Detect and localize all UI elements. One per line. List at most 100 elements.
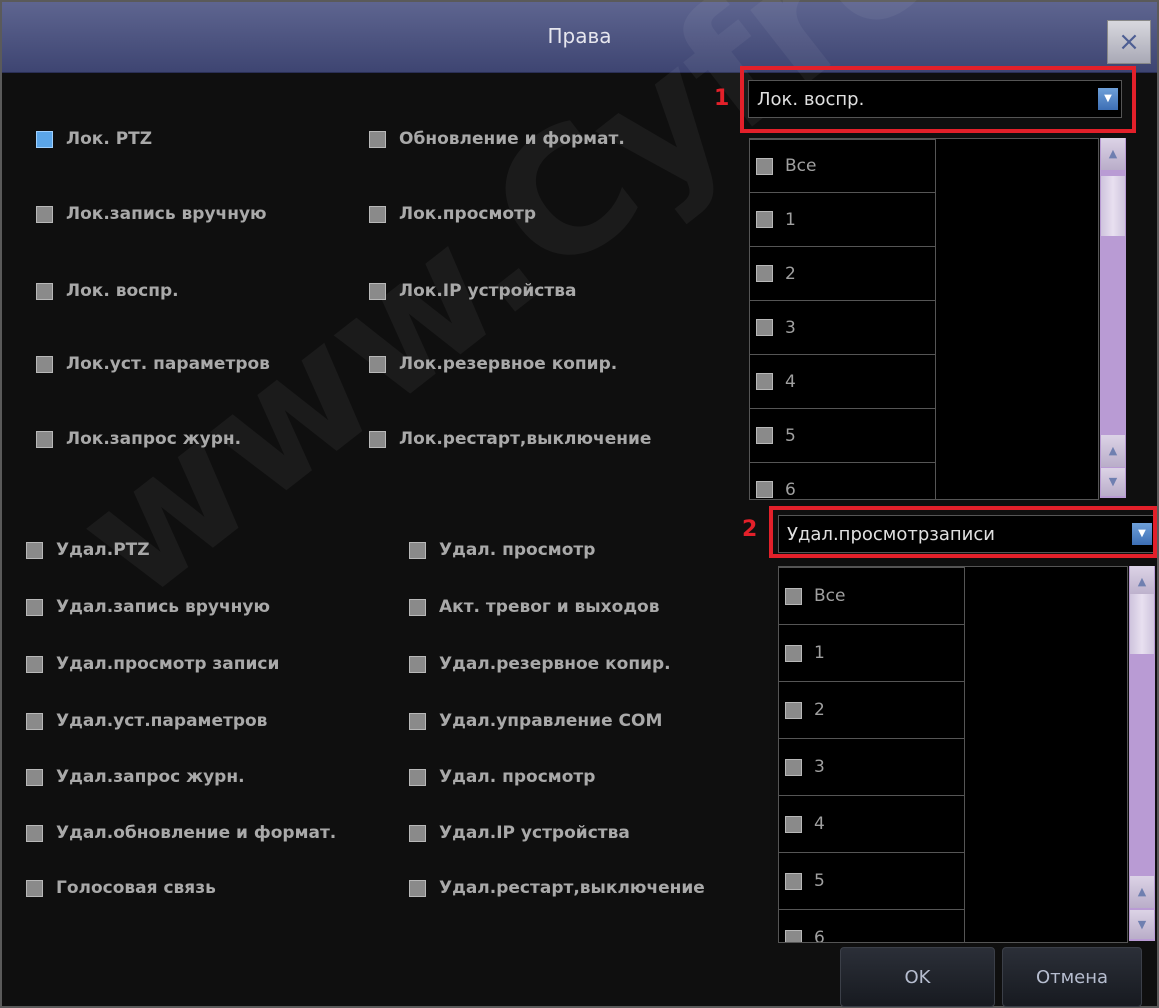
checkbox-box[interactable] [26,655,43,673]
scroll-up-icon[interactable]: ▲ [1130,876,1154,908]
checkbox-box[interactable] [369,130,386,148]
checkbox-box[interactable] [785,758,802,776]
checkbox-remote-settings[interactable]: Удал.уст.параметров [26,711,378,731]
list-item[interactable]: 3 [779,738,965,796]
checkbox-box[interactable] [785,587,802,605]
list-item[interactable]: 1 [779,624,965,682]
checkbox-box[interactable] [36,130,53,148]
scroll-up-icon[interactable]: ▲ [1101,138,1125,170]
checkbox-box[interactable] [26,879,43,897]
list-item[interactable]: 6 [779,909,965,942]
checkbox-label: Лок.запрос журн. [66,429,242,449]
checkbox-local-ptz[interactable]: Лок. PTZ [36,129,336,149]
checkbox-box[interactable] [26,598,43,616]
ok-button[interactable]: OK [840,947,995,1007]
checkbox-box[interactable] [785,815,802,833]
checkbox-remote-restart-shutdown[interactable]: Удал.рестарт,выключение [409,878,775,898]
checkbox-box[interactable] [26,712,43,730]
list-item[interactable]: Все [750,139,936,193]
scroll-down-icon[interactable]: ▼ [1130,910,1154,939]
checkbox-box[interactable] [756,211,773,228]
checkbox-box[interactable] [26,768,43,786]
checkbox-box[interactable] [36,355,53,373]
checkbox-box[interactable] [785,701,802,719]
list-item[interactable]: 5 [779,852,965,910]
checkbox-label: Удал.IP устройства [439,823,630,843]
list-item[interactable]: 1 [750,192,936,247]
checkbox-box[interactable] [369,282,386,300]
list-item[interactable]: 4 [750,354,936,409]
checkbox-box[interactable] [26,541,43,559]
checkbox-remote-manual-record[interactable]: Удал.запись вручную [26,597,378,617]
checkbox-label: Лок. воспр. [66,281,179,301]
list-item[interactable]: 3 [750,300,936,355]
list-item[interactable]: 4 [779,795,965,853]
checkbox-box[interactable] [409,541,426,559]
checkbox-label: Обновление и формат. [399,129,625,149]
highlight-frame-1 [740,66,1136,133]
list-item[interactable]: 5 [750,408,936,463]
scrollbar-local[interactable]: ▲ ▲ ▼ [1100,138,1126,498]
checkbox-box[interactable] [756,265,773,282]
checkbox-remote-ptz[interactable]: Удал.PTZ [26,540,378,560]
checkbox-box[interactable] [369,205,386,223]
checkbox-remote-ip-devices[interactable]: Удал.IP устройства [409,823,749,843]
checkbox-box[interactable] [409,768,426,786]
list-item[interactable]: 2 [779,681,965,739]
checkbox-box[interactable] [409,824,426,842]
checkbox-box[interactable] [26,824,43,842]
list-item[interactable]: Все [779,567,965,625]
checkbox-local-manual-record[interactable]: Лок.запись вручную [36,204,336,224]
close-icon[interactable]: × [1107,20,1151,64]
checkbox-box[interactable] [36,430,53,448]
checkbox-remote-backup[interactable]: Удал.резервное копир. [409,654,749,674]
scroll-thumb[interactable] [1130,594,1154,654]
checkbox-local-restart-shutdown[interactable]: Лок.рестарт,выключение [369,429,719,449]
scroll-thumb[interactable] [1101,176,1125,236]
checkbox-box[interactable] [369,355,386,373]
list-item-label: 3 [785,317,796,338]
checkbox-box[interactable] [785,644,802,662]
checkbox-local-log-query[interactable]: Лок.запрос журн. [36,429,336,449]
checkbox-remote-record-view[interactable]: Удал.просмотр записи [26,654,378,674]
checkbox-box[interactable] [785,872,802,890]
checkbox-box[interactable] [409,879,426,897]
checkbox-box[interactable] [409,712,426,730]
checkbox-box[interactable] [756,481,773,498]
checkbox-box[interactable] [36,282,53,300]
checkbox-local-upgrade-format[interactable]: Обновление и формат. [369,129,714,149]
checkbox-label: Лок. PTZ [66,129,153,149]
checkbox-box[interactable] [756,157,773,175]
checkbox-box[interactable] [756,373,773,390]
checkbox-box[interactable] [36,205,53,223]
checkbox-remote-live-view[interactable]: Удал. просмотр [409,540,749,560]
title-bar: Права × [2,2,1157,73]
cancel-button[interactable]: Отмена [1002,947,1142,1007]
checkbox-remote-com-control[interactable]: Удал.управление COM [409,711,749,731]
checkbox-local-playback[interactable]: Лок. воспр. [36,281,336,301]
checkbox-remote-alarm-outputs[interactable]: Акт. тревог и выходов [409,597,749,617]
scrollbar-remote[interactable]: ▲ ▲ ▼ [1129,566,1155,941]
checkbox-label: Лок.IP устройства [399,281,577,301]
checkbox-local-settings[interactable]: Лок.уст. параметров [36,354,336,374]
checkbox-box[interactable] [756,427,773,444]
checkbox-label: Удал.просмотр записи [56,654,280,674]
checkbox-remote-voice[interactable]: Голосовая связь [26,878,378,898]
checkbox-remote-log-query[interactable]: Удал.запрос журн. [26,767,378,787]
checkbox-remote-upgrade-format[interactable]: Удал.обновление и формат. [26,823,398,843]
checkbox-box[interactable] [756,319,773,336]
scroll-up-icon[interactable]: ▲ [1101,435,1125,467]
scroll-down-icon[interactable]: ▼ [1101,468,1125,496]
checkbox-box[interactable] [409,655,426,673]
checkbox-box[interactable] [369,430,386,448]
checkbox-box[interactable] [409,598,426,616]
list-item[interactable]: 2 [750,246,936,301]
permissions-dialog: Права × www.Cyfron.ru Лок. PTZ Лок.запис… [0,0,1159,1008]
checkbox-box[interactable] [785,929,802,942]
list-item-label: Все [785,156,817,176]
list-item[interactable]: 6 [750,462,936,499]
checkbox-local-ip-devices[interactable]: Лок.IP устройства [369,281,714,301]
checkbox-local-backup[interactable]: Лок.резервное копир. [369,354,714,374]
checkbox-remote-live-view-2[interactable]: Удал. просмотр [409,767,749,787]
checkbox-local-live-view[interactable]: Лок.просмотр [369,204,714,224]
